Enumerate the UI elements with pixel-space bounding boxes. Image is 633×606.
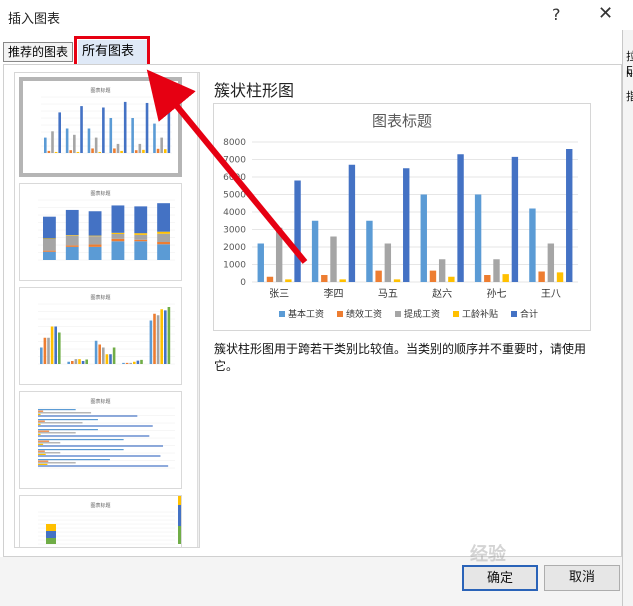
insert-chart-dialog: 插入图表 ? ✕ 拉 E N 指 推荐的图表 所有图表 图表标题 图表标题 图表… (0, 0, 633, 606)
red-arrow-annotation (146, 69, 308, 264)
